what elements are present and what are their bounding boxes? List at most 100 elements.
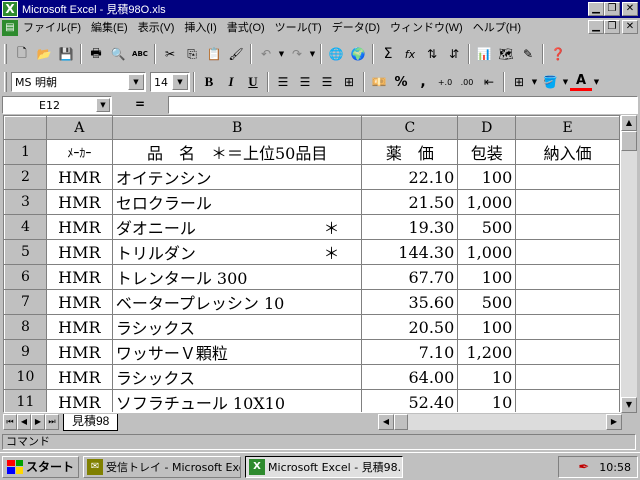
cell-drug-price[interactable]: 21.50 bbox=[361, 189, 459, 215]
italic-button[interactable]: I bbox=[220, 71, 242, 93]
cell-drug-price[interactable]: 144.30 bbox=[361, 239, 459, 265]
cell-maker[interactable]: HMR bbox=[45, 214, 113, 240]
cell-delivery-price[interactable] bbox=[515, 339, 620, 365]
cell-package-header[interactable]: 包装 bbox=[457, 139, 517, 165]
document-icon[interactable]: ▤ bbox=[2, 20, 18, 36]
cell-product-name[interactable]: ラシックス bbox=[111, 364, 363, 390]
paste-function-icon[interactable]: fx bbox=[399, 43, 421, 65]
cell-delivery-price[interactable] bbox=[515, 164, 620, 190]
menu-format[interactable]: 書式(O) bbox=[222, 19, 270, 37]
row-header[interactable]: 9 bbox=[4, 339, 47, 365]
taskbar-item-excel[interactable]: X Microsoft Excel - 見積98... bbox=[245, 455, 404, 478]
row-header[interactable]: 4 bbox=[4, 214, 47, 240]
comma-style-button[interactable]: , bbox=[412, 71, 434, 93]
font-color-dropdown-icon[interactable]: ▼ bbox=[592, 71, 601, 93]
formula-input[interactable] bbox=[168, 96, 638, 114]
cell-maker[interactable]: HMR bbox=[45, 164, 113, 190]
row-header[interactable]: 8 bbox=[4, 314, 47, 340]
cell-package[interactable]: 100 bbox=[457, 164, 517, 190]
cell-product-name[interactable]: ワッサーＶ顆粒 bbox=[111, 339, 363, 365]
sort-ascending-icon[interactable]: ⇅ bbox=[421, 43, 443, 65]
sort-descending-icon[interactable]: ⇵ bbox=[443, 43, 465, 65]
sheet-tab-mitsumori98[interactable]: 見積98 bbox=[63, 413, 119, 431]
row-header[interactable]: 6 bbox=[4, 264, 47, 290]
doc-restore-button[interactable]: ❐ bbox=[604, 20, 620, 34]
chart-wizard-icon[interactable]: 📊 bbox=[473, 43, 495, 65]
cell-product-name[interactable]: トレンタール 300 bbox=[111, 264, 363, 290]
cell-drug-price[interactable]: 20.50 bbox=[361, 314, 459, 340]
autosum-icon[interactable]: Σ bbox=[377, 43, 399, 65]
cell-drug-price[interactable]: 52.40 bbox=[361, 389, 459, 412]
next-sheet-icon[interactable]: ▶ bbox=[31, 414, 45, 430]
cell-maker[interactable]: HMR bbox=[45, 239, 113, 265]
cell-maker[interactable]: HMR bbox=[45, 339, 113, 365]
bold-button[interactable]: B bbox=[198, 71, 220, 93]
save-icon[interactable]: 💾 bbox=[55, 43, 77, 65]
cell-maker[interactable]: HMR bbox=[45, 364, 113, 390]
cell-maker[interactable]: HMR bbox=[45, 289, 113, 315]
print-preview-icon[interactable]: 🔍 bbox=[107, 43, 129, 65]
cell-maker[interactable]: HMR bbox=[45, 189, 113, 215]
prev-sheet-icon[interactable]: ◀ bbox=[17, 414, 31, 430]
menu-file[interactable]: ファイル(F) bbox=[18, 19, 86, 37]
cell-product-name[interactable]: ベータープレッシン 10 bbox=[111, 289, 363, 315]
fill-color-dropdown-icon[interactable]: ▼ bbox=[561, 71, 570, 93]
borders-icon[interactable]: ⊞ bbox=[508, 71, 530, 93]
excel-app-icon[interactable]: X bbox=[2, 1, 18, 17]
cell-delivery-price[interactable] bbox=[515, 364, 620, 390]
scroll-left-icon[interactable]: ◀ bbox=[378, 414, 394, 430]
clock[interactable]: 10:58 bbox=[599, 461, 631, 474]
row-header[interactable]: 10 bbox=[4, 364, 47, 390]
taskbar-item-inbox[interactable]: ✉ 受信トレイ - Microsoft Exc... bbox=[83, 455, 242, 478]
column-header-b[interactable]: B bbox=[111, 116, 363, 140]
start-button[interactable]: スタート bbox=[2, 455, 80, 478]
column-header-e[interactable]: E bbox=[515, 116, 620, 140]
cell-maker[interactable]: HMR bbox=[45, 264, 113, 290]
toolbar-grip[interactable] bbox=[4, 44, 7, 64]
chevron-down-icon[interactable]: ▼ bbox=[96, 98, 110, 112]
drawing-icon[interactable]: ✎ bbox=[517, 43, 539, 65]
cut-icon[interactable]: ✂ bbox=[159, 43, 181, 65]
cell-maker[interactable]: HMR bbox=[45, 389, 113, 412]
cell-delivery-price[interactable] bbox=[515, 189, 620, 215]
spell-check-icon[interactable]: ABC bbox=[129, 43, 151, 65]
cell-package[interactable]: 10 bbox=[457, 364, 517, 390]
cell-delivery-price[interactable] bbox=[515, 289, 620, 315]
undo-dropdown-icon[interactable]: ▼ bbox=[277, 43, 286, 65]
redo-dropdown-icon[interactable]: ▼ bbox=[308, 43, 317, 65]
cell-product-name[interactable]: オイテンシン bbox=[111, 164, 363, 190]
cell-delivery-price[interactable] bbox=[515, 389, 620, 412]
title-bar[interactable]: X Microsoft Excel - 見積98O.xls ▁ ❐ ✕ bbox=[0, 0, 640, 18]
toolbar-grip[interactable] bbox=[4, 72, 7, 92]
borders-dropdown-icon[interactable]: ▼ bbox=[530, 71, 539, 93]
menu-tools[interactable]: ツール(T) bbox=[270, 19, 327, 37]
menu-window[interactable]: ウィンドウ(W) bbox=[385, 19, 468, 37]
menu-insert[interactable]: 挿入(I) bbox=[179, 19, 221, 37]
cell-delivery-price[interactable] bbox=[515, 264, 620, 290]
ime-pen-icon[interactable]: ✒ bbox=[578, 460, 589, 475]
font-size-select[interactable]: 14 ▼ bbox=[150, 72, 190, 92]
menu-view[interactable]: 表示(V) bbox=[133, 19, 180, 37]
cell-drug-price[interactable]: 7.10 bbox=[361, 339, 459, 365]
cell-package[interactable]: 1,200 bbox=[457, 339, 517, 365]
cell-price-header[interactable]: 薬 価 bbox=[361, 139, 459, 165]
cell-package[interactable]: 500 bbox=[457, 289, 517, 315]
cell-drug-price[interactable]: 19.30 bbox=[361, 214, 459, 240]
scroll-right-icon[interactable]: ▶ bbox=[606, 414, 622, 430]
select-all-corner[interactable] bbox=[4, 116, 47, 140]
cell-delivery-price-header[interactable]: 納入価 bbox=[515, 139, 620, 165]
align-right-icon[interactable]: ☰ bbox=[316, 71, 338, 93]
menu-data[interactable]: データ(D) bbox=[327, 19, 385, 37]
map-icon[interactable]: 🗺 bbox=[495, 43, 517, 65]
office-assistant-icon[interactable]: ❓ bbox=[547, 43, 569, 65]
chevron-down-icon[interactable]: ▼ bbox=[172, 74, 188, 90]
restore-button[interactable]: ❐ bbox=[604, 2, 620, 16]
cell-package[interactable]: 500 bbox=[457, 214, 517, 240]
align-center-icon[interactable]: ☰ bbox=[294, 71, 316, 93]
fill-color-icon[interactable]: 🪣 bbox=[539, 71, 561, 93]
undo-icon[interactable]: ↶ bbox=[255, 43, 277, 65]
percent-style-button[interactable]: % bbox=[390, 71, 412, 93]
increase-decimal-button[interactable]: +.0 bbox=[434, 71, 456, 93]
column-header-c[interactable]: C bbox=[361, 116, 459, 140]
format-painter-icon[interactable]: 🖌 bbox=[225, 43, 247, 65]
